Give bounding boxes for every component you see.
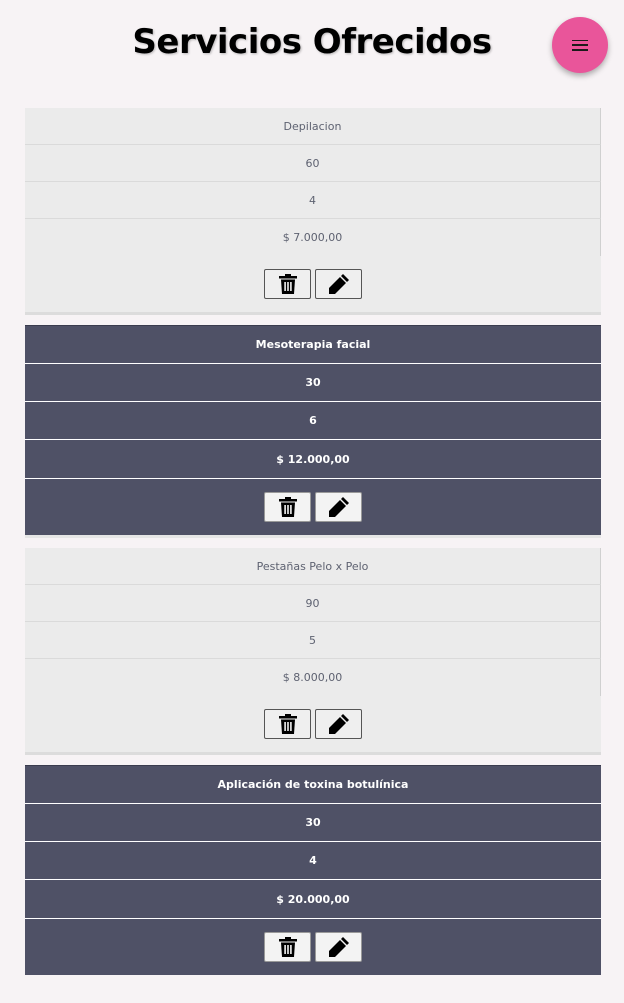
trash-icon (278, 937, 297, 957)
service-actions (25, 696, 601, 752)
trash-icon (278, 497, 297, 517)
edit-button[interactable] (315, 492, 362, 522)
service-name: Mesoterapia facial (25, 326, 601, 364)
service-name: Pestañas Pelo x Pelo (25, 548, 601, 585)
services-page: Servicios Ofrecidos Depilacion 60 4 $ 7.… (0, 0, 624, 1003)
service-card: Pestañas Pelo x Pelo 90 5 $ 8.000,00 (25, 548, 601, 755)
service-sessions: 4 (25, 842, 601, 880)
service-actions (25, 478, 601, 535)
service-sessions: 4 (25, 182, 601, 219)
pencil-icon (328, 937, 349, 957)
service-duration: 30 (25, 364, 601, 402)
service-sessions: 5 (25, 622, 601, 659)
services-list: Depilacion 60 4 $ 7.000,00 Mesoterapia f… (25, 108, 601, 975)
service-price: $ 8.000,00 (25, 659, 601, 696)
delete-button[interactable] (264, 709, 311, 739)
trash-icon (278, 274, 297, 294)
service-price: $ 20.000,00 (276, 892, 350, 906)
service-price: $ 12.000,00 (276, 452, 350, 466)
edit-button[interactable] (315, 932, 362, 962)
service-card: Aplicación de toxina botulínica 30 4 $ 2… (25, 765, 601, 975)
service-name: Depilacion (25, 108, 601, 145)
hamburger-menu-icon (572, 39, 588, 51)
service-card: Depilacion 60 4 $ 7.000,00 (25, 108, 601, 315)
edit-button[interactable] (315, 709, 362, 739)
menu-button[interactable] (552, 17, 608, 73)
page-title: Servicios Ofrecidos (132, 22, 492, 62)
service-duration: 30 (25, 804, 601, 842)
service-name: Aplicación de toxina botulínica (25, 766, 601, 804)
pencil-icon (328, 274, 349, 294)
delete-button[interactable] (264, 269, 311, 299)
service-actions (25, 256, 601, 312)
delete-button[interactable] (264, 492, 311, 522)
trash-icon (278, 714, 297, 734)
service-duration: 90 (25, 585, 601, 622)
edit-button[interactable] (315, 269, 362, 299)
service-sessions: 6 (25, 402, 601, 440)
pencil-icon (328, 497, 349, 517)
service-duration: 60 (25, 145, 601, 182)
service-card: Mesoterapia facial 30 6 $ 12.000,00 (25, 325, 601, 538)
service-actions (25, 918, 601, 975)
pencil-icon (328, 714, 349, 734)
delete-button[interactable] (264, 932, 311, 962)
service-price: $ 7.000,00 (25, 219, 601, 256)
